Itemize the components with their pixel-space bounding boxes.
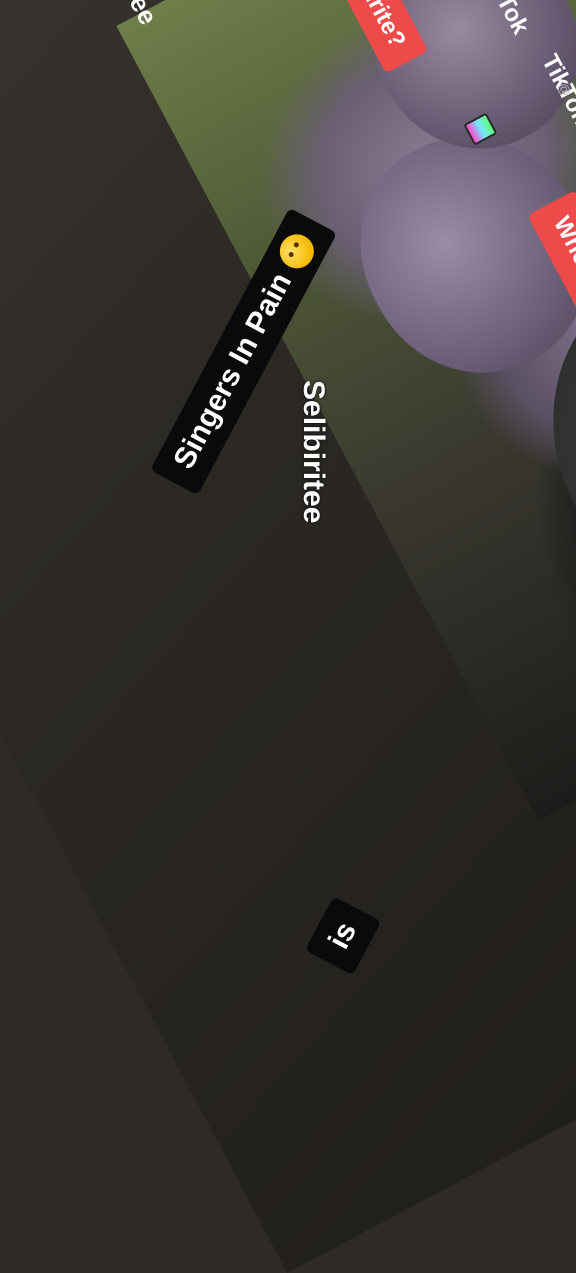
bottom-label-text: is <box>322 916 364 955</box>
emoji-icon <box>273 228 320 275</box>
creator-caption: Selibiritee <box>297 380 330 524</box>
